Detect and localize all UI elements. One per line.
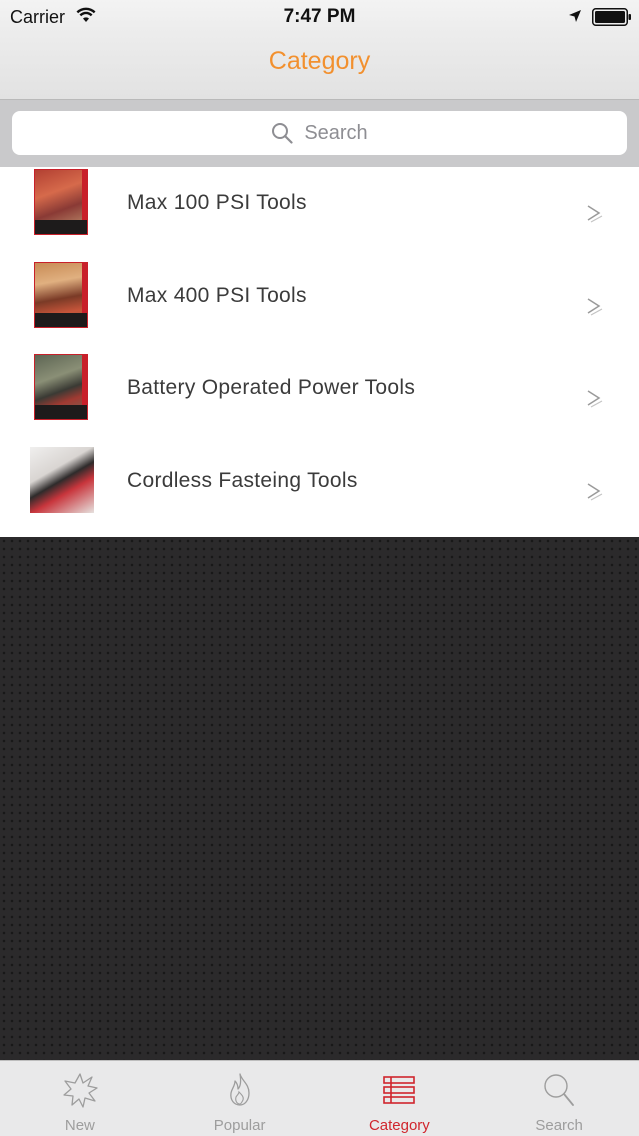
tab-label: Search xyxy=(535,1117,583,1134)
tab-label: Popular xyxy=(213,1117,266,1134)
status-time: 7:47 PM xyxy=(283,6,356,27)
category-thumbnail xyxy=(34,261,88,328)
search-placeholder: Search xyxy=(304,121,368,144)
screen: Carrier 7:47 PM Category Search Max 100 … xyxy=(0,0,639,1136)
battery-icon xyxy=(592,8,631,26)
empty-background xyxy=(0,537,639,1060)
category-thumbnail xyxy=(30,446,94,513)
search-input[interactable]: Search xyxy=(12,111,627,155)
chevron-right-icon xyxy=(587,482,603,501)
list-item[interactable]: Cordless Fasteing Tools xyxy=(0,445,639,538)
category-list: Max 100 PSI Tools Max 400 PSI Tools Batt… xyxy=(0,167,639,537)
location-arrow-icon xyxy=(569,10,581,22)
list-icon xyxy=(383,1076,416,1104)
list-item[interactable]: Battery Operated Power Tools xyxy=(0,352,639,445)
navigation-bar: Category xyxy=(0,34,639,100)
tab-bar: New Popular Category Search xyxy=(0,1060,639,1136)
starburst-icon xyxy=(63,1073,98,1108)
list-item-label: Cordless Fasteing Tools xyxy=(127,468,358,492)
chevron-right-icon xyxy=(587,297,603,316)
chevron-right-icon xyxy=(587,205,603,223)
search-icon xyxy=(272,123,293,144)
tab-category[interactable]: Category xyxy=(320,1061,480,1136)
tab-new[interactable]: New xyxy=(0,1061,160,1136)
list-item[interactable]: Max 100 PSI Tools xyxy=(0,167,639,260)
tab-label: Category xyxy=(368,1117,430,1134)
list-item[interactable]: Max 400 PSI Tools xyxy=(0,260,639,353)
flame-icon xyxy=(229,1073,250,1106)
list-item-label: Max 400 PSI Tools xyxy=(127,283,307,307)
tab-popular[interactable]: Popular xyxy=(160,1061,320,1136)
status-bar: Carrier 7:47 PM xyxy=(0,0,639,34)
magnifier-icon xyxy=(544,1074,575,1106)
search-bar: Search xyxy=(0,100,639,167)
category-thumbnail xyxy=(34,354,88,420)
chevron-right-icon xyxy=(587,390,603,408)
tab-label: New xyxy=(64,1117,95,1134)
list-item-label: Max 100 PSI Tools xyxy=(127,191,307,214)
tab-search[interactable]: Search xyxy=(479,1061,639,1136)
page-title: Category xyxy=(268,47,371,75)
category-thumbnail xyxy=(34,169,88,235)
list-item-label: Battery Operated Power Tools xyxy=(127,376,416,399)
